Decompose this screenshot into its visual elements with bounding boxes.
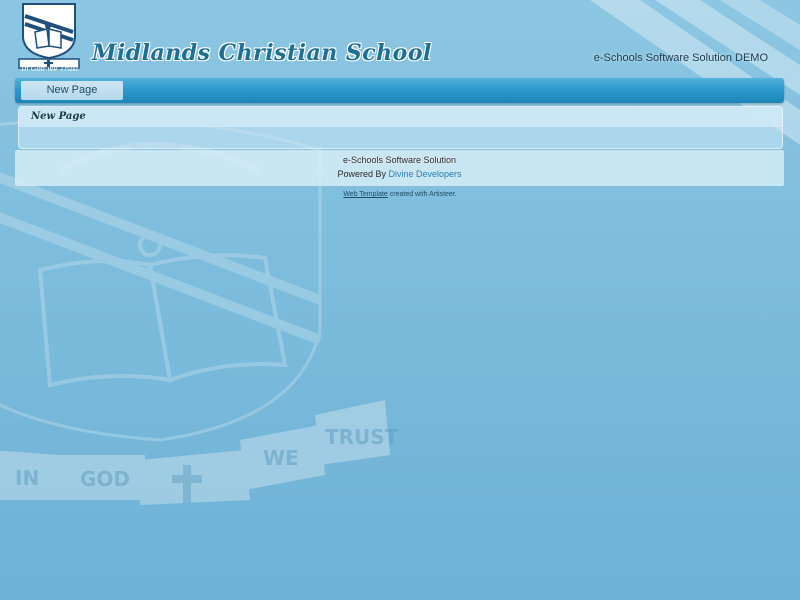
nav-item-new-page[interactable]: New Page	[21, 81, 123, 100]
school-motto: In God we Trust	[21, 65, 79, 73]
site-title: e-Schools Software Solution DEMO	[593, 52, 768, 64]
divine-developers-link[interactable]: Divine Developers	[389, 169, 462, 179]
watermark-word-in: IN	[15, 466, 39, 490]
template-credit: Web Template created with Artisteer.	[0, 191, 800, 198]
powered-by-label: Powered By	[337, 169, 386, 179]
web-template-link[interactable]: Web Template	[343, 191, 388, 198]
content-header: New Page	[19, 107, 782, 127]
watermark-word-trust: TRUST	[325, 425, 399, 449]
watermark-word-we: WE	[263, 446, 299, 470]
school-name[interactable]: Midlands Christian School	[92, 40, 432, 66]
credit-suffix: created with Artisteer.	[389, 191, 457, 198]
footer: e-Schools Software Solution Powered By D…	[15, 150, 784, 186]
content-panel: New Page	[18, 106, 783, 149]
nav-bar: New Page	[15, 78, 784, 103]
page-title: New Page	[31, 111, 86, 122]
footer-product-name: e-Schools Software Solution	[342, 155, 457, 165]
watermark-word-god: GOD	[80, 467, 130, 491]
footer-powered-by: Powered By Divine Developers	[15, 169, 784, 179]
